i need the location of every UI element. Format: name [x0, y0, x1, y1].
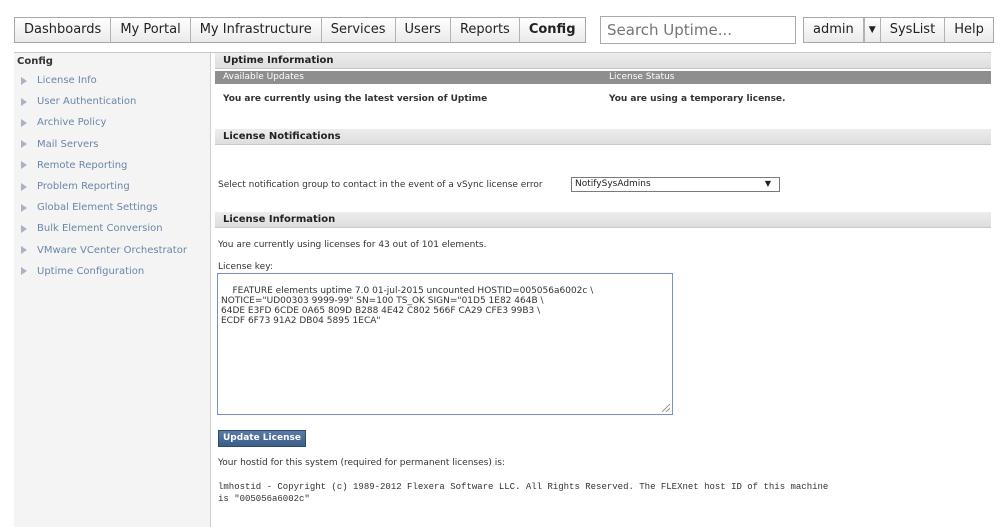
sidebar-item-label: License Info: [37, 75, 97, 87]
sidebar-title: Config: [17, 56, 53, 67]
hostid-label: Your hostid for this system (required fo…: [218, 458, 505, 468]
triangle-right-icon: [21, 224, 27, 233]
sidebar-item-bulk-element-conversion[interactable]: Bulk Element Conversion: [14, 218, 210, 239]
triangle-right-icon: [21, 97, 27, 106]
update-license-button[interactable]: Update License: [218, 430, 306, 447]
tab-my-infrastructure[interactable]: My Infrastructure: [191, 18, 322, 42]
tab-my-portal[interactable]: My Portal: [111, 18, 191, 42]
sidebar-item-label: Remote Reporting: [37, 159, 128, 171]
triangle-right-icon: [21, 76, 27, 85]
triangle-right-icon: [21, 246, 27, 255]
sidebar-item-remote-reporting[interactable]: Remote Reporting: [14, 155, 210, 176]
triangle-right-icon: [21, 140, 27, 149]
chevron-down-icon[interactable]: ▼: [863, 18, 880, 42]
license-key-label: License key:: [218, 262, 273, 272]
sidebar-item-archive-policy[interactable]: Archive Policy: [14, 112, 210, 133]
sidebar-item-uptime-configuration[interactable]: Uptime Configuration: [14, 261, 210, 282]
available-updates-value: You are currently using the latest versi…: [223, 94, 488, 104]
main-content: Uptime Information Available Updates Lic…: [215, 53, 991, 527]
tab-reports[interactable]: Reports: [451, 18, 520, 42]
license-status-column: License Status: [609, 72, 675, 82]
sidebar-item-label: User Authentication: [37, 96, 137, 108]
license-notifications-header: License Notifications: [215, 129, 991, 145]
sidebar-item-vmware-vcenter-orchestrator[interactable]: VMware VCenter Orchestrator: [14, 240, 210, 261]
uptime-info-columns: Available Updates License Status: [215, 71, 991, 84]
uptime-information-header: Uptime Information: [215, 53, 991, 69]
sidebar-item-user-authentication[interactable]: User Authentication: [14, 91, 210, 112]
tab-config[interactable]: Config: [520, 18, 585, 42]
user-nav: admin ▼ SysList Help: [803, 17, 994, 43]
admin-menu[interactable]: admin: [804, 18, 864, 42]
sidebar-item-label: Global Element Settings: [37, 202, 158, 214]
help-button[interactable]: Help: [945, 18, 993, 42]
sidebar-item-label: Archive Policy: [37, 117, 107, 129]
notification-group-value: NotifySysAdmins: [575, 179, 651, 189]
triangle-right-icon: [21, 118, 27, 127]
sidebar-item-mail-servers[interactable]: Mail Servers: [14, 134, 210, 155]
sidebar-item-label: Bulk Element Conversion: [37, 223, 163, 235]
tab-services[interactable]: Services: [322, 18, 396, 42]
tab-dashboards[interactable]: Dashboards: [15, 18, 112, 42]
license-usage-text: You are currently using licenses for 43 …: [218, 240, 487, 250]
triangle-right-icon: [21, 203, 27, 212]
sidebar-item-global-element-settings[interactable]: Global Element Settings: [14, 197, 210, 218]
top-navigation: Dashboards My Portal My Infrastructure S…: [0, 0, 1005, 54]
license-key-textarea[interactable]: FEATURE elements uptime 7.0 01-jul-2015 …: [217, 273, 673, 415]
available-updates-column: Available Updates: [223, 72, 304, 82]
license-information-header: License Information: [215, 212, 991, 228]
sidebar-item-label: VMware VCenter Orchestrator: [37, 244, 187, 256]
tab-users[interactable]: Users: [396, 18, 451, 42]
sidebar-item-label: Uptime Configuration: [37, 265, 145, 277]
sidebar-item-label: Problem Reporting: [37, 181, 130, 193]
license-key-value: FEATURE elements uptime 7.0 01-jul-2015 …: [221, 286, 594, 326]
notification-group-label: Select notification group to contact in …: [218, 180, 543, 190]
sidebar-item-label: Mail Servers: [37, 138, 99, 150]
license-status-value: You are using a temporary license.: [609, 94, 786, 104]
resize-handle-icon[interactable]: [662, 404, 670, 412]
sidebar-item-license-info[interactable]: License Info: [14, 70, 210, 91]
search-input[interactable]: [600, 16, 796, 44]
hostid-line-1: lmhostid - Copyright (c) 1989-2012 Flexe…: [218, 482, 829, 492]
sidebar-item-problem-reporting[interactable]: Problem Reporting: [14, 176, 210, 197]
triangle-right-icon: [21, 161, 27, 170]
triangle-right-icon: [21, 267, 27, 276]
notification-group-select[interactable]: NotifySysAdmins ▼: [571, 177, 780, 192]
config-sidebar: Config License Info User Authentication …: [14, 53, 211, 527]
chevron-down-icon: ▼: [764, 179, 771, 188]
main-nav: Dashboards My Portal My Infrastructure S…: [14, 17, 586, 43]
hostid-line-2: is "005056a6002c": [218, 494, 310, 504]
syslist-button[interactable]: SysList: [879, 18, 946, 42]
triangle-right-icon: [21, 182, 27, 191]
